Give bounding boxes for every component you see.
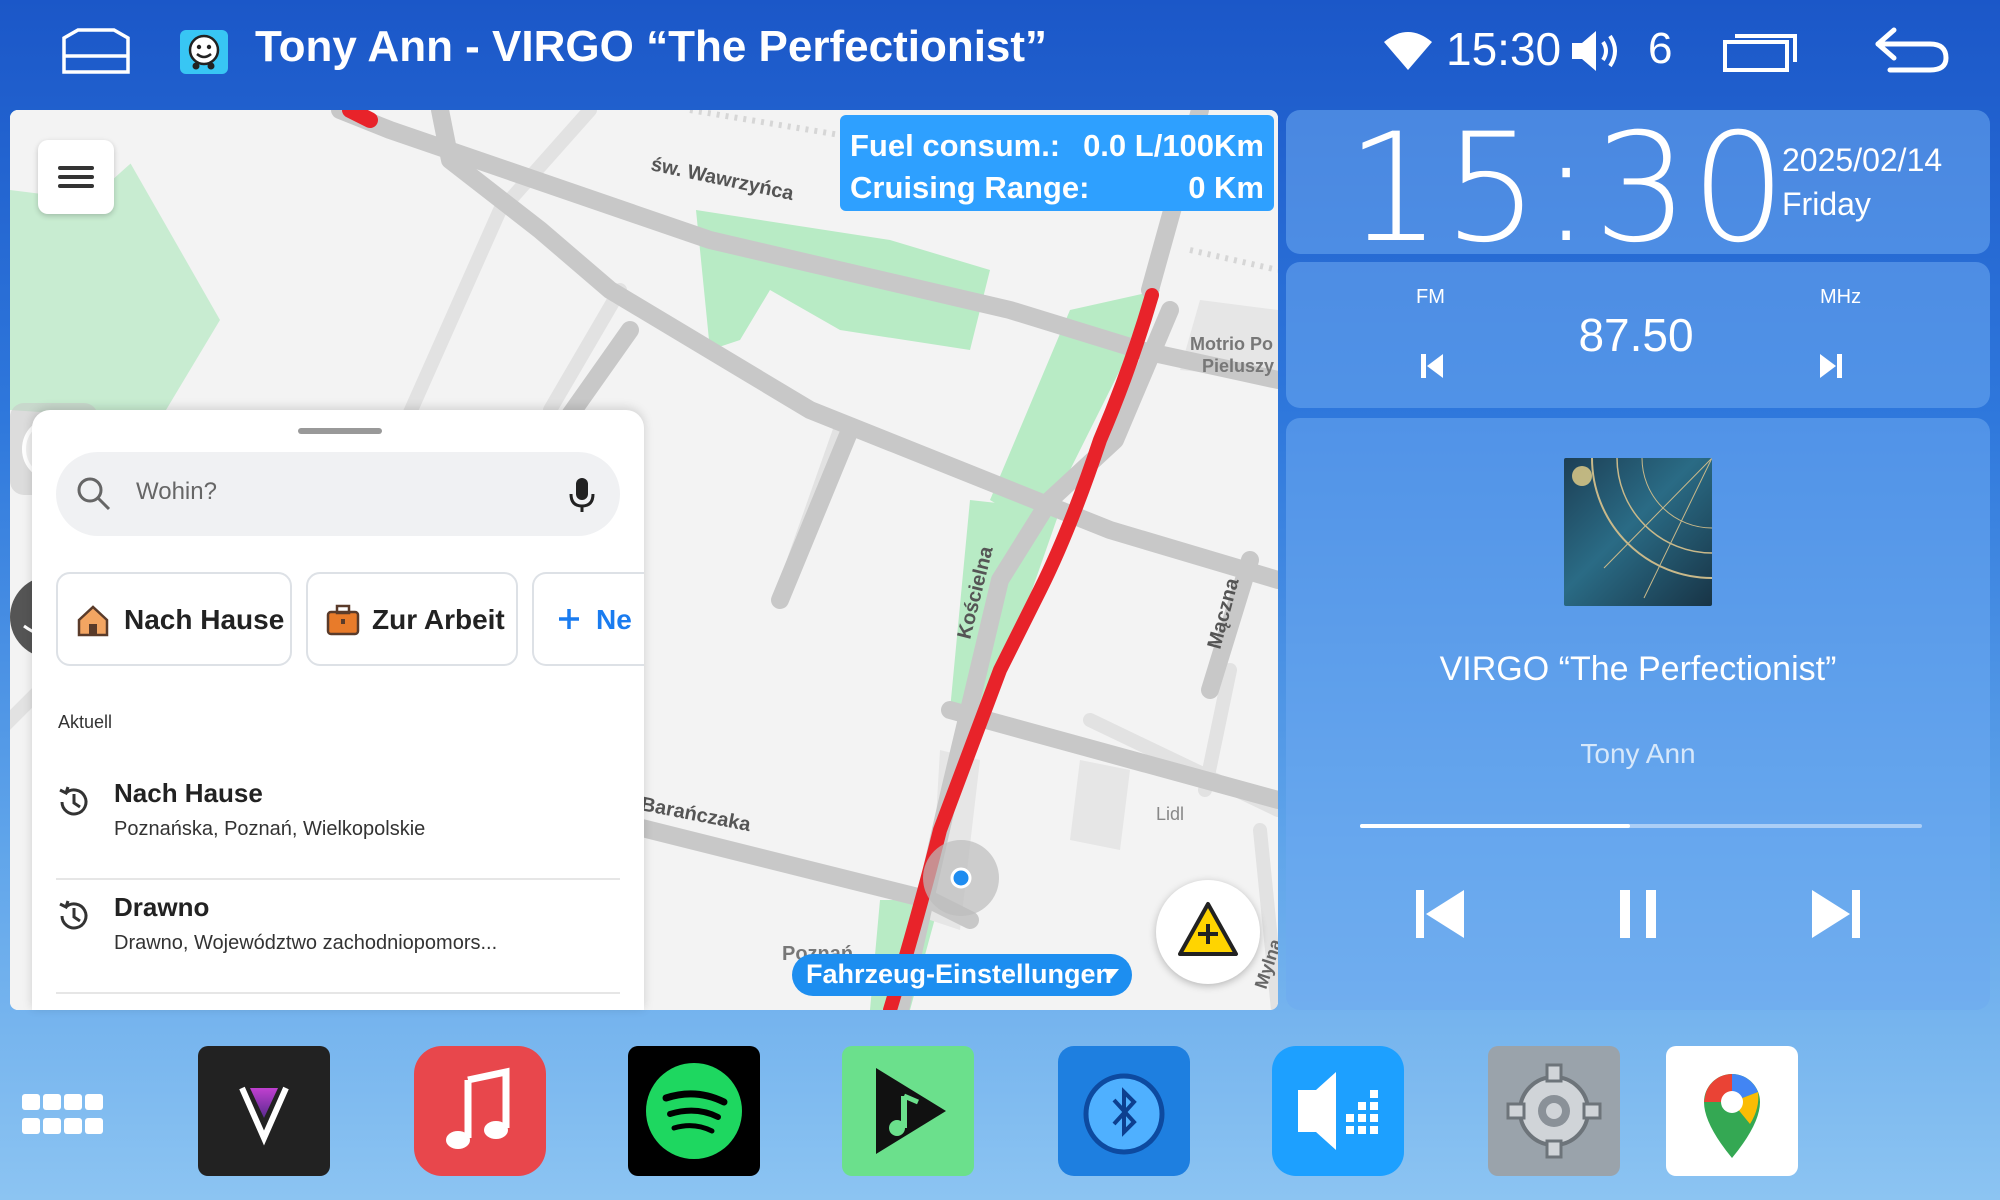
song-title: VIRGO “The Perfectionist” [1439, 650, 1837, 688]
chip-new[interactable]: Ne [532, 572, 644, 666]
app-drawer-icon[interactable] [22, 1094, 104, 1136]
radio-next-icon[interactable] [1818, 352, 1844, 380]
radio-unit: MHz [1820, 286, 1862, 308]
drag-handle[interactable] [298, 428, 382, 434]
album-art [1564, 458, 1712, 606]
radio-widget[interactable]: FM MHz 87.50 [1286, 262, 1990, 408]
list-item[interactable]: Drawno Drawno, Województwo zachodniopomo… [56, 892, 620, 1002]
song-artist: Tony Ann [1580, 738, 1696, 769]
recent-subtitle: Drawno, Województwo zachodniopomors... [114, 932, 498, 954]
waze-icon[interactable] [180, 30, 228, 74]
recent-title: Nach Hause [114, 778, 263, 808]
back-icon[interactable] [1872, 24, 1952, 76]
street-label: Pieluszy [1202, 356, 1274, 376]
house-icon [77, 605, 109, 637]
search-icon [77, 477, 111, 511]
now-playing-title: Tony Ann - VIRGO “The Perfectionist” [255, 22, 1048, 71]
plus-icon [559, 609, 579, 629]
menu-button[interactable] [38, 140, 114, 214]
music-app-icon[interactable] [414, 1046, 546, 1176]
vehicle-settings-button[interactable]: Fahrzeug-Einstellungen [792, 954, 1132, 996]
recent-title: Drawno [114, 892, 210, 922]
history-icon [59, 900, 88, 930]
previous-track-icon[interactable] [1410, 884, 1470, 944]
street-label: Motrio Po [1190, 334, 1273, 354]
recent-section-label: Aktuell [58, 712, 113, 732]
volume-level: 6 [1648, 24, 1673, 73]
maps-icon[interactable] [1666, 1046, 1798, 1176]
volume-icon[interactable] [1570, 28, 1622, 74]
search-panel: Wohin? Nach Hause Zur Arbeit Ne Aktuell [32, 410, 644, 1010]
app-v-icon[interactable] [198, 1046, 330, 1176]
play-music-icon[interactable] [842, 1046, 974, 1176]
chevron-down-icon [1103, 969, 1119, 979]
equalizer-icon[interactable] [1272, 1046, 1404, 1176]
app-dock [0, 1020, 2000, 1200]
chip-home[interactable]: Nach Hause [56, 572, 292, 666]
radio-frequency: 87.50 [1578, 309, 1694, 361]
radio-band: FM [1416, 286, 1445, 308]
recent-subtitle: Poznańska, Poznań, Wielkopolskie [114, 818, 426, 840]
search-bar[interactable]: Wohin? [56, 452, 620, 536]
bluetooth-icon[interactable] [1058, 1046, 1190, 1176]
pause-icon[interactable] [1608, 884, 1668, 944]
range-value: 0 Km [1188, 170, 1264, 205]
report-hazard-button[interactable] [1156, 880, 1260, 984]
status-bar: Tony Ann - VIRGO “The Perfectionist” 15:… [0, 0, 2000, 105]
recents-icon[interactable] [1722, 28, 1802, 74]
spotify-icon[interactable] [628, 1046, 760, 1176]
clock-time: 15:30 [1346, 102, 1789, 276]
clock-widget[interactable]: 15:30 2025/02/14 Friday [1286, 102, 1990, 276]
home-icon[interactable] [60, 26, 132, 76]
search-input[interactable]: Wohin? [136, 478, 217, 506]
fuel-info-box: Fuel consum.: 0.0 L/100Km Cruising Range… [840, 115, 1274, 211]
street-label: Lidl [1156, 804, 1184, 824]
progress-fill [1360, 824, 1630, 828]
list-item[interactable]: Nach Hause Poznańska, Poznań, Wielkopols… [56, 778, 620, 888]
clock-day: Friday [1782, 186, 1871, 222]
settings-icon[interactable] [1488, 1046, 1620, 1176]
warning-plus-icon [1178, 902, 1238, 956]
hamburger-icon [58, 166, 94, 170]
fuel-value: 0.0 L/100Km [1083, 128, 1264, 163]
microphone-icon[interactable] [568, 476, 596, 514]
wifi-icon [1384, 32, 1432, 70]
next-track-icon[interactable] [1806, 884, 1866, 944]
music-widget[interactable]: VIRGO “The Perfectionist” Tony Ann [1286, 418, 1990, 1010]
fuel-label: Fuel consum.: [850, 128, 1061, 163]
briefcase-icon [326, 604, 360, 636]
radio-prev-icon[interactable] [1419, 352, 1445, 380]
progress-bar[interactable] [1360, 824, 1922, 828]
history-icon [59, 786, 88, 816]
clock-date: 2025/02/14 [1782, 142, 1943, 178]
range-label: Cruising Range: [850, 170, 1090, 205]
chip-work[interactable]: Zur Arbeit [306, 572, 518, 666]
status-time: 15:30 [1446, 23, 1562, 75]
